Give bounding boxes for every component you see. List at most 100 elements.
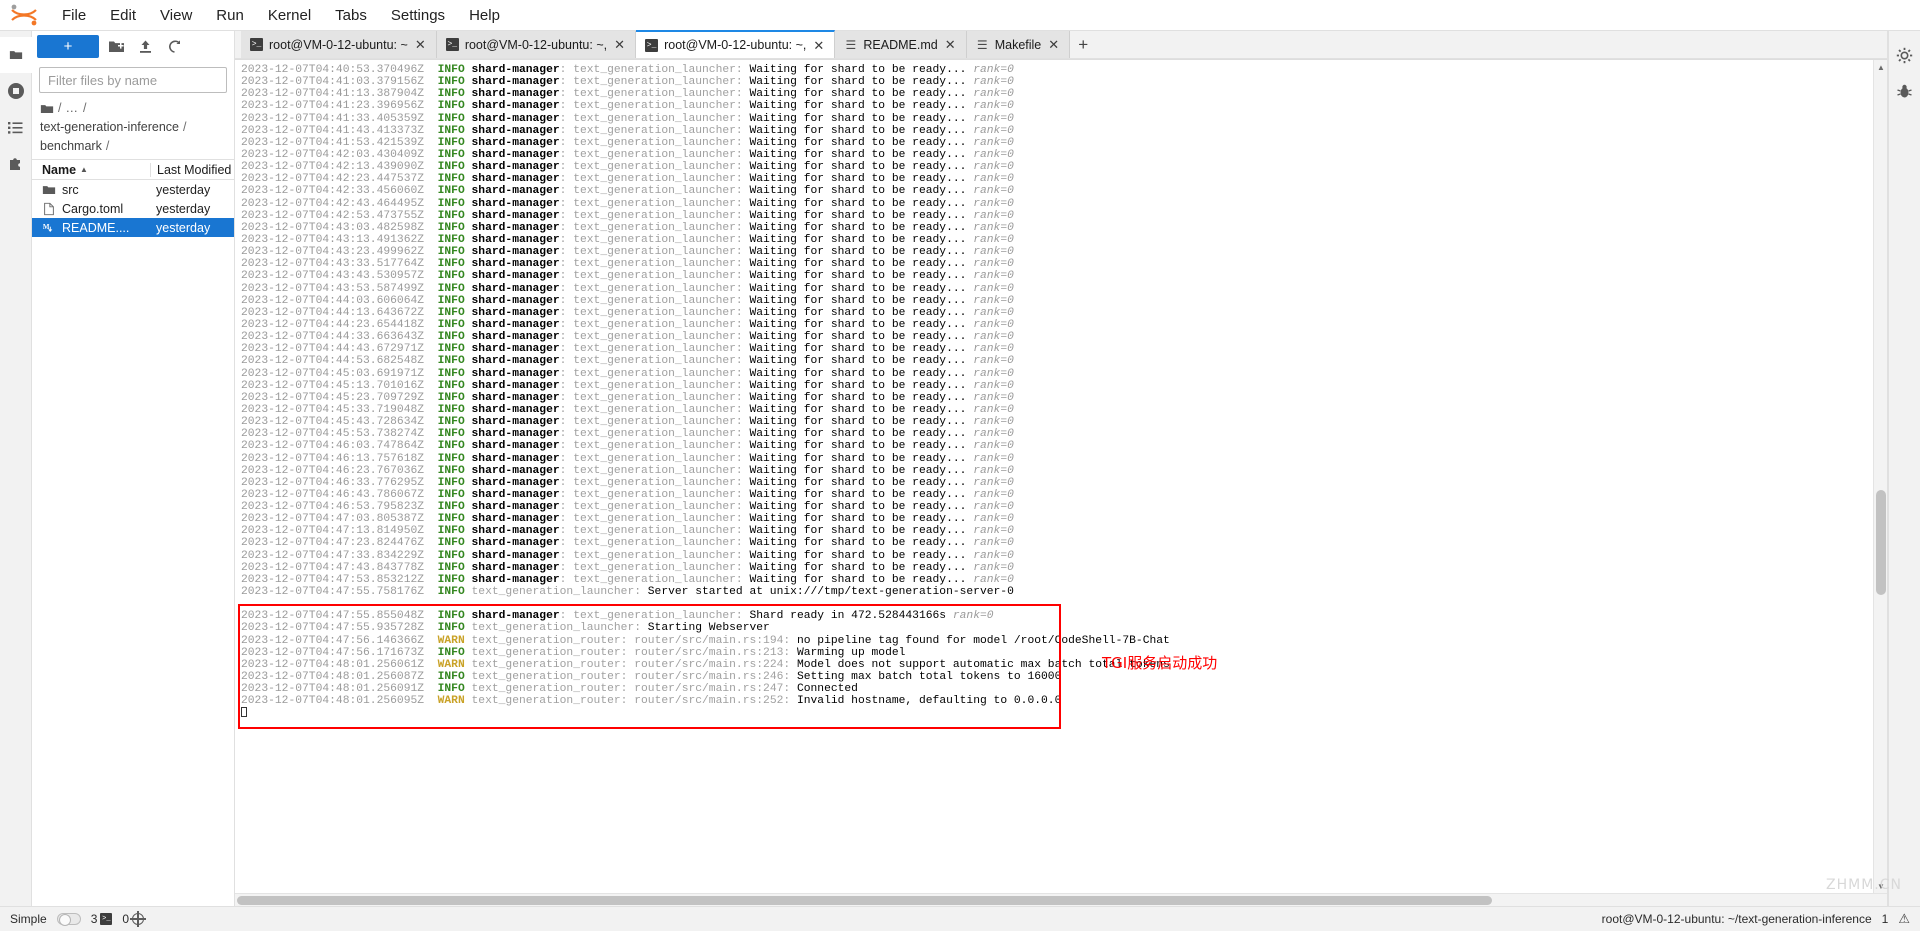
close-icon[interactable]: ✕ <box>414 38 427 51</box>
sidebar-item-debugger[interactable] <box>1889 73 1920 109</box>
terminal-line: 2023-12-07T04:42:43.464495Z INFO shard-m… <box>241 197 1014 210</box>
tab-terminal-1[interactable]: >_ root@VM-0-12-ubuntu: ~ ✕ <box>241 31 437 58</box>
tab-label: root@VM-0-12-ubuntu: ~, <box>464 37 608 52</box>
breadcrumb: / … / text-generation-inference / benchm… <box>32 99 234 159</box>
terminal-line: 2023-12-07T04:41:03.379156Z INFO shard-m… <box>241 76 1014 89</box>
sidebar-item-table-of-contents[interactable] <box>0 109 32 145</box>
breadcrumb-segment-text-generation-inference[interactable]: text-generation-inference <box>40 119 179 136</box>
terminal-line: 2023-12-07T04:42:13.439090Z INFO shard-m… <box>241 161 1014 174</box>
horizontal-scrollbar[interactable] <box>235 893 1887 906</box>
terminal-line: 2023-12-07T04:47:43.843778Z INFO shard-m… <box>241 561 1014 574</box>
horizontal-scrollbar-thumb[interactable] <box>237 896 1492 905</box>
menu-file[interactable]: File <box>50 3 98 28</box>
column-header-name[interactable]: Name ▲ <box>32 163 150 177</box>
menu-kernel[interactable]: Kernel <box>256 3 323 28</box>
terminal-line: 2023-12-07T04:44:33.663643Z INFO shard-m… <box>241 331 1014 344</box>
breadcrumb-segment-benchmark[interactable]: benchmark <box>40 138 102 155</box>
folder-icon <box>9 51 22 59</box>
terminal-line: 2023-12-07T04:44:43.672971Z INFO shard-m… <box>241 343 1014 356</box>
terminal-line: 2023-12-07T04:47:55.855048Z INFO shard-m… <box>241 610 994 623</box>
terminal-scrollbar[interactable]: ▲ ▼ <box>1873 60 1887 893</box>
menu-settings[interactable]: Settings <box>379 3 457 28</box>
list-item[interactable]: Cargo.toml yesterday <box>32 199 234 218</box>
file-filter-wrapper[interactable] <box>39 67 227 93</box>
column-header-name-label: Name <box>42 162 77 177</box>
warning-icon[interactable]: ⚠ <box>1898 911 1910 927</box>
file-name-cell: src <box>32 183 150 197</box>
terminal-line: 2023-12-07T04:43:53.587499Z INFO shard-m… <box>241 282 1014 295</box>
terminal-line: 2023-12-07T04:46:43.786067Z INFO shard-m… <box>241 488 1014 501</box>
scrollbar-thumb[interactable] <box>1876 490 1886 595</box>
terminal-line: 2023-12-07T04:44:13.643672Z INFO shard-m… <box>241 306 1014 319</box>
markdown-icon: ☰ <box>845 37 857 52</box>
tab-label: root@VM-0-12-ubuntu: ~ <box>269 37 408 52</box>
new-launcher-button[interactable]: + <box>37 35 99 58</box>
terminal-line: 2023-12-07T04:48:01.256087Z INFO text_ge… <box>241 671 1062 684</box>
status-bar-left: Simple 3 >_ 0 <box>10 911 147 927</box>
refresh-icon[interactable] <box>162 35 186 58</box>
menu-tabs[interactable]: Tabs <box>323 3 379 28</box>
terminal-line: 2023-12-07T04:48:01.256061Z WARN text_ge… <box>241 658 1170 671</box>
tab-readme-md[interactable]: ☰ README.md ✕ <box>835 31 967 58</box>
close-icon[interactable]: ✕ <box>812 39 825 52</box>
new-tab-button[interactable]: + <box>1070 31 1096 58</box>
terminal-line: 2023-12-07T04:48:01.256095Z WARN text_ge… <box>241 695 1062 708</box>
close-icon[interactable]: ✕ <box>613 38 626 51</box>
kernel-count-chip[interactable]: 0 <box>122 911 147 927</box>
terminal-line: 2023-12-07T04:41:43.413373Z INFO shard-m… <box>241 124 1014 137</box>
file-browser-toolbar: + <box>32 31 234 62</box>
terminal-line: 2023-12-07T04:41:33.405359Z INFO shard-m… <box>241 112 1014 125</box>
file-modified-label: yesterday <box>156 182 211 197</box>
terminal-line: 2023-12-07T04:46:53.795823Z INFO shard-m… <box>241 501 1014 514</box>
kernel-icon <box>130 911 147 927</box>
sidebar-item-property-inspector[interactable] <box>1889 37 1920 73</box>
tab-terminal-3[interactable]: >_ root@VM-0-12-ubuntu: ~, ✕ <box>636 30 836 58</box>
menu-edit[interactable]: Edit <box>98 3 148 28</box>
new-folder-icon[interactable] <box>104 35 128 58</box>
terminal-line: 2023-12-07T04:47:55.935728Z INFO text_ge… <box>241 622 770 635</box>
close-icon[interactable]: ✕ <box>1047 38 1060 51</box>
file-icon <box>44 202 54 215</box>
terminal-line: 2023-12-07T04:44:23.654418Z INFO shard-m… <box>241 318 1014 331</box>
file-name-label: src <box>62 182 79 197</box>
terminal-viewport: 2023-12-07T04:40:53.370496Z INFO shard-m… <box>235 59 1887 893</box>
breadcrumb-separator-3: / <box>105 139 110 153</box>
terminal-count-chip[interactable]: 3 >_ <box>91 912 113 926</box>
folder-icon <box>42 185 56 194</box>
terminal-line: 2023-12-07T04:44:03.606064Z INFO shard-m… <box>241 294 1014 307</box>
list-item[interactable]: src yesterday <box>32 180 234 199</box>
menu-view[interactable]: View <box>148 3 204 28</box>
close-icon[interactable]: ✕ <box>944 38 957 51</box>
sidebar-item-file-browser[interactable] <box>0 37 32 73</box>
terminal-line: 2023-12-07T04:43:33.517764Z INFO shard-m… <box>241 258 1014 271</box>
column-header-last-modified[interactable]: Last Modified <box>150 162 234 177</box>
tab-makefile[interactable]: ☰ Makefile ✕ <box>966 31 1071 58</box>
kernel-count-label: 0 <box>122 912 130 926</box>
menu-help[interactable]: Help <box>457 3 512 28</box>
terminal-output[interactable]: 2023-12-07T04:40:53.370496Z INFO shard-m… <box>235 60 1873 893</box>
sidebar-item-running-terminals[interactable] <box>0 73 32 109</box>
folder-icon[interactable] <box>40 102 54 116</box>
simple-mode-toggle[interactable] <box>56 913 81 926</box>
sidebar-item-extension-manager[interactable] <box>0 145 32 181</box>
file-modified-label: yesterday <box>156 201 211 216</box>
file-name-label: Cargo.toml <box>62 201 124 216</box>
terminal-line: 2023-12-07T04:46:13.757618Z INFO shard-m… <box>241 452 1014 465</box>
terminal-line: 2023-12-07T04:45:03.691971Z INFO shard-m… <box>241 367 1014 380</box>
scroll-up-icon[interactable]: ▲ <box>1874 60 1887 74</box>
gear-icon <box>1896 47 1913 63</box>
dock-panel: >_ root@VM-0-12-ubuntu: ~ ✕ >_ root@VM-0… <box>235 30 1888 906</box>
tab-label: README.md <box>863 37 938 52</box>
list-item[interactable]: M README.... yesterday <box>32 218 234 237</box>
menu-run[interactable]: Run <box>204 3 256 28</box>
breadcrumb-ellipsis[interactable]: … <box>65 100 79 117</box>
terminal-line: 2023-12-07T04:42:03.430409Z INFO shard-m… <box>241 148 1014 161</box>
search-input[interactable] <box>46 71 226 89</box>
breadcrumb-root[interactable]: / <box>58 100 61 117</box>
breadcrumb-separator-1: / <box>82 101 87 115</box>
tab-terminal-2[interactable]: >_ root@VM-0-12-ubuntu: ~, ✕ <box>436 31 637 58</box>
puzzle-icon <box>10 157 20 170</box>
terminal-line: 2023-12-07T04:45:43.728634Z INFO shard-m… <box>241 416 1014 429</box>
upload-icon[interactable] <box>133 35 157 58</box>
